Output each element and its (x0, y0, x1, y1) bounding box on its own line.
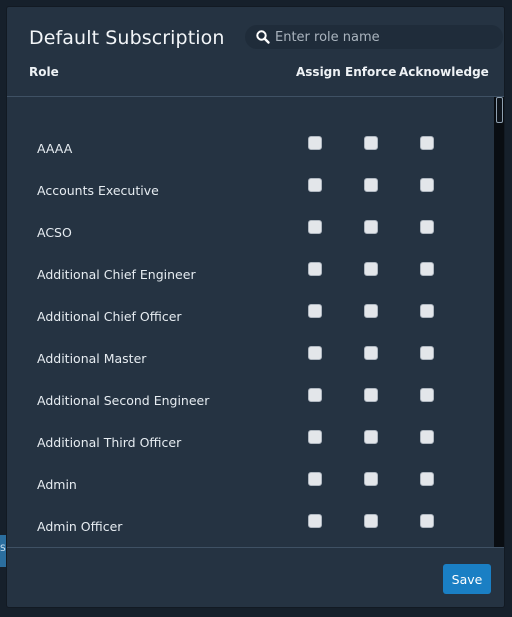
role-list[interactable]: AAAA Accounts Executive ACSO Additional … (7, 97, 493, 547)
role-label: Additional Second Engineer (37, 393, 210, 408)
role-label: Additional Third Officer (37, 435, 182, 450)
search-icon (256, 30, 270, 44)
role-label: Admin (37, 477, 77, 492)
role-row: Additional Chief Officer (7, 295, 493, 337)
enforce-checkbox[interactable] (364, 346, 378, 360)
enforce-checkbox[interactable] (364, 514, 378, 528)
role-row: Additional Chief Engineer (7, 253, 493, 295)
column-header-acknowledge: Acknowledge (399, 65, 489, 79)
save-button[interactable]: Save (443, 564, 491, 594)
role-label: Admin Officer (37, 519, 123, 534)
role-row: Additional Master (7, 337, 493, 379)
role-search-box[interactable] (245, 25, 503, 49)
acknowledge-checkbox[interactable] (420, 388, 434, 402)
role-list-scrollbar[interactable] (494, 97, 504, 547)
acknowledge-checkbox[interactable] (420, 178, 434, 192)
enforce-checkbox[interactable] (364, 388, 378, 402)
column-header-assign: Assign (296, 65, 341, 79)
assign-checkbox[interactable] (308, 472, 322, 486)
enforce-checkbox[interactable] (364, 220, 378, 234)
acknowledge-checkbox[interactable] (420, 430, 434, 444)
role-search-input[interactable] (275, 27, 495, 47)
enforce-checkbox[interactable] (364, 430, 378, 444)
role-label: Additional Master (37, 351, 147, 366)
assign-checkbox[interactable] (308, 220, 322, 234)
role-label: Additional Chief Officer (37, 309, 182, 324)
role-row: ACSO (7, 211, 493, 253)
role-row: Additional Third Officer (7, 421, 493, 463)
assign-checkbox[interactable] (308, 262, 322, 276)
role-row: Admin Officer (7, 505, 493, 547)
background-edge-text: S (0, 544, 6, 554)
assign-checkbox[interactable] (308, 136, 322, 150)
role-label: AAAA (37, 141, 73, 156)
assign-checkbox[interactable] (308, 388, 322, 402)
assign-checkbox[interactable] (308, 346, 322, 360)
acknowledge-checkbox[interactable] (420, 304, 434, 318)
modal-title: Default Subscription (29, 27, 225, 49)
role-row: Accounts Executive (7, 169, 493, 211)
enforce-checkbox[interactable] (364, 262, 378, 276)
assign-checkbox[interactable] (308, 430, 322, 444)
assign-checkbox[interactable] (308, 304, 322, 318)
column-header-enforce: Enforce (345, 65, 397, 79)
acknowledge-checkbox[interactable] (420, 346, 434, 360)
column-header-role: Role (29, 65, 59, 79)
assign-checkbox[interactable] (308, 514, 322, 528)
enforce-checkbox[interactable] (364, 136, 378, 150)
acknowledge-checkbox[interactable] (420, 262, 434, 276)
acknowledge-checkbox[interactable] (420, 136, 434, 150)
role-label: Accounts Executive (37, 183, 159, 198)
assign-checkbox[interactable] (308, 178, 322, 192)
footer-divider (7, 547, 504, 548)
role-label: ACSO (37, 225, 72, 240)
acknowledge-checkbox[interactable] (420, 514, 434, 528)
role-row: Additional Second Engineer (7, 379, 493, 421)
enforce-checkbox[interactable] (364, 304, 378, 318)
scrollbar-thumb[interactable] (496, 97, 503, 123)
role-row: Admin (7, 463, 493, 505)
role-row: AAAA (7, 127, 493, 169)
acknowledge-checkbox[interactable] (420, 220, 434, 234)
default-subscription-modal: Default Subscription Role Assign Enforce… (6, 6, 505, 608)
acknowledge-checkbox[interactable] (420, 472, 434, 486)
enforce-checkbox[interactable] (364, 472, 378, 486)
enforce-checkbox[interactable] (364, 178, 378, 192)
role-label: Additional Chief Engineer (37, 267, 196, 282)
